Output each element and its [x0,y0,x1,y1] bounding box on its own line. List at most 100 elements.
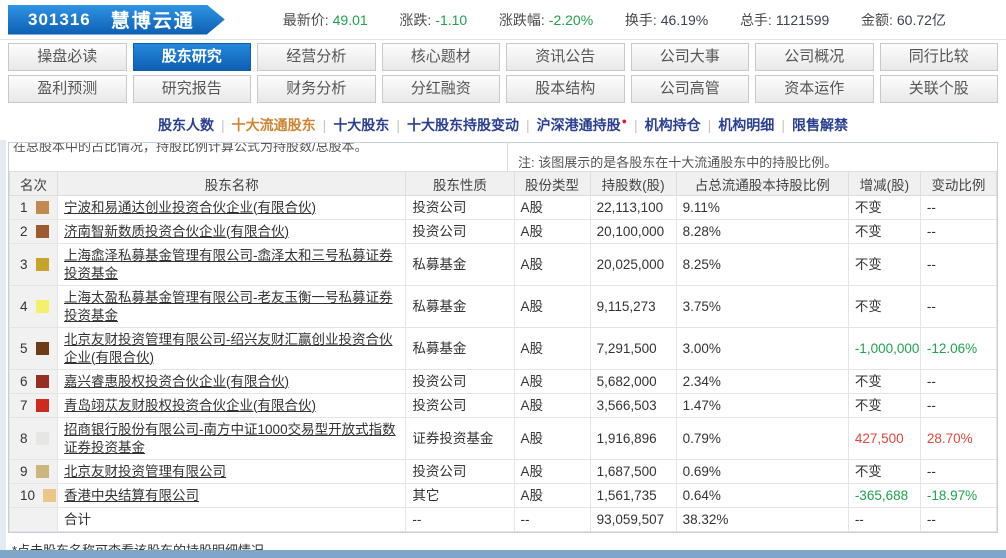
holding-ratio-cell: 8.28% [675,219,849,244]
shareholder-nature-cell: 投资公司 [405,459,515,484]
left-edge-strip [0,140,6,550]
shareholder-name-link[interactable]: 嘉兴睿惠股权投资合伙企业(有限合伙) [64,374,289,389]
tab-资本运作[interactable]: 资本运作 [755,75,874,103]
quote-label: 最新价: [282,11,329,28]
shareholder-name-link[interactable]: 青岛翊苁友财股权投资合伙企业(有限合伙) [64,398,316,413]
tab-资讯公告[interactable]: 资讯公告 [506,43,625,71]
quote-field: 总手: 1121599 [740,10,829,30]
subnav-separator: | [396,117,400,133]
rank-number: 3 [20,256,28,272]
legend-color-swatch [35,374,49,388]
clipped-description-cell: 在总股本中的占比情况，持股比例计算公式为持股数/总股本。 [9,143,508,171]
subnav-item-十大流通股东[interactable]: 十大流通股东 [232,117,316,133]
clipped-description-text: 在总股本中的占比情况，持股比例计算公式为持股数/总股本。 [13,143,368,154]
subnav-item-沪深港通持股[interactable]: 沪深港通持股● [537,117,627,133]
change-ratio-cell: 28.70% [919,417,998,460]
shares-held-cell: 1,916,896 [589,417,677,460]
shareholder-name-link[interactable]: 香港中央结算有限公司 [64,488,199,503]
top-circulating-shareholders-table: 名次 股东名称 股东性质 股份类型 持股数(股) 占总流通股本持股比例 增减(股) 变动比例 … [8,171,998,532]
subnav-separator: | [322,117,327,133]
shareholder-name-link[interactable]: 宁波和易通达创业投资合伙企业(有限合伙) [64,200,316,215]
quote-value: 1121599 [775,11,830,28]
tab-盈利预测[interactable]: 盈利预测 [8,75,127,103]
quote-fields: 最新价: 49.01 涨跌: -1.10 涨跌幅: -2.20% 换手: 46.19% 总手: 1… [225,10,1006,30]
main-tabs-row1: 操盘必读 股东研究 经营分析 核心题材 资讯公告 公司大事 公司概况 同行比较 [0,40,1006,75]
tab-研究报告[interactable]: 研究报告 [132,75,251,103]
rank-cell: 6 [8,369,59,394]
change-ratio-cell: -- [919,243,998,286]
share-type-cell: -- [513,507,591,532]
holding-ratio-cell: 3.75% [675,285,849,328]
rank-cell: 9 [8,459,59,484]
shareholder-nature-cell: 投资公司 [405,369,515,394]
holding-ratio-cell: 8.25% [675,243,849,286]
table-row: 9 北京友财投资管理有限公司 投资公司 A股 1,687,500 0.69% 不变 -- [8,459,998,484]
subnav-item-label: 限售解禁 [791,117,848,133]
rank-cell: 7 [8,393,59,418]
tab-同行比较[interactable]: 同行比较 [879,43,998,71]
column-header: 持股数(股) [589,171,677,196]
shareholder-name-link[interactable]: 上海嵞泽私募基金管理有限公司-嵞泽太和三号私募证券投资基金 [64,248,393,281]
shareholder-name-cell: 香港中央结算有限公司 [57,483,407,508]
legend-color-swatch [35,200,49,214]
tab-经营分析[interactable]: 经营分析 [257,43,376,71]
shareholder-name-link[interactable]: 北京友财投资管理有限公司-绍兴友财汇赢创业投资合伙企业(有限合伙) [64,332,393,365]
change-shares-cell: 不变 [847,285,921,328]
quote-field: 涨跌: -1.10 [399,10,467,30]
subnav-item-label: 机构持仓 [644,117,701,133]
subnav-item-label: 十大股东 [333,117,390,133]
rank-number: 5 [20,340,28,356]
legend-color-swatch [35,398,49,412]
stock-name: 慧博云通 [110,11,195,32]
quote-field: 金额: 60.72亿 [861,10,946,30]
tab-股本结构[interactable]: 股本结构 [506,75,625,103]
quote-value: -1.10 [435,11,468,28]
table-row: 5 北京友财投资管理有限公司-绍兴友财汇赢创业投资合伙企业(有限合伙) 私募基金 A股… [8,327,998,370]
tab-操盘必读[interactable]: 操盘必读 [8,43,127,71]
shareholder-nature-cell: 投资公司 [405,195,515,220]
subnav-item-机构明细[interactable]: 机构明细 [718,117,774,133]
shares-held-cell: 7,291,500 [589,327,677,370]
quote-label: 总手: [739,11,772,28]
shareholder-nature-cell: -- [405,507,515,532]
content-top-strip: 在总股本中的占比情况，持股比例计算公式为持股数/总股本。 注: 该图展示的是各股… [9,143,997,171]
subnav-item-label: 十大股东持股变动 [406,117,519,133]
subnav-separator: | [221,117,225,133]
shareholder-nature-cell: 投资公司 [405,393,515,418]
quote-value: 46.19% [660,11,709,28]
change-ratio-cell: -- [919,369,998,394]
subnav-item-十大股东[interactable]: 十大股东 [333,117,389,133]
tab-财务分析[interactable]: 财务分析 [257,75,376,103]
shareholder-name-link[interactable]: 北京友财投资管理有限公司 [64,464,226,479]
main-tabs-row2: 盈利预测 研究报告 财务分析 分红融资 股本结构 公司高管 资本运作 关联个股 [0,75,1006,107]
shareholder-name-link[interactable]: 招商银行股份有限公司-南方中证1000交易型开放式指数证券投资基金 [64,422,396,455]
tab-公司大事[interactable]: 公司大事 [630,43,749,71]
shares-held-cell: 3,566,503 [589,393,677,418]
subnav-item-股东人数[interactable]: 股东人数 [158,117,214,133]
tab-公司高管[interactable]: 公司高管 [630,75,749,103]
tab-股东研究[interactable]: 股东研究 [132,43,251,71]
change-shares-cell: 不变 [847,243,921,286]
share-type-cell: A股 [513,285,591,328]
tab-分红融资[interactable]: 分红融资 [381,75,500,103]
legend-color-swatch [35,257,49,271]
tab-公司概况[interactable]: 公司概况 [755,43,874,71]
holding-ratio-cell: 0.69% [675,459,849,484]
shareholder-name-link[interactable]: 上海太盈私募基金管理有限公司-老友玉衡一号私募证券投资基金 [64,290,393,323]
change-ratio-cell: -- [919,219,998,244]
subnav-item-十大股东持股变动[interactable]: 十大股东持股变动 [407,117,519,133]
quote-field: 最新价: 49.01 [283,10,368,30]
shareholder-name-link[interactable]: 济南智新数质投资合伙企业(有限合伙) [64,224,289,239]
shares-held-cell: 1,561,735 [589,483,677,508]
shareholder-nature-cell: 私募基金 [405,243,515,286]
tab-关联个股[interactable]: 关联个股 [879,75,998,103]
column-header: 增减(股) [847,171,921,196]
rank-cell: 3 [8,243,59,286]
subnav-item-限售解禁[interactable]: 限售解禁 [792,117,848,133]
change-shares-cell: 不变 [847,393,921,418]
rank-cell: 8 [8,417,59,460]
subnav-item-机构持仓[interactable]: 机构持仓 [645,117,701,133]
change-ratio-cell: -- [919,285,998,328]
tab-核心题材[interactable]: 核心题材 [381,43,500,71]
shares-held-cell: 20,100,000 [589,219,677,244]
